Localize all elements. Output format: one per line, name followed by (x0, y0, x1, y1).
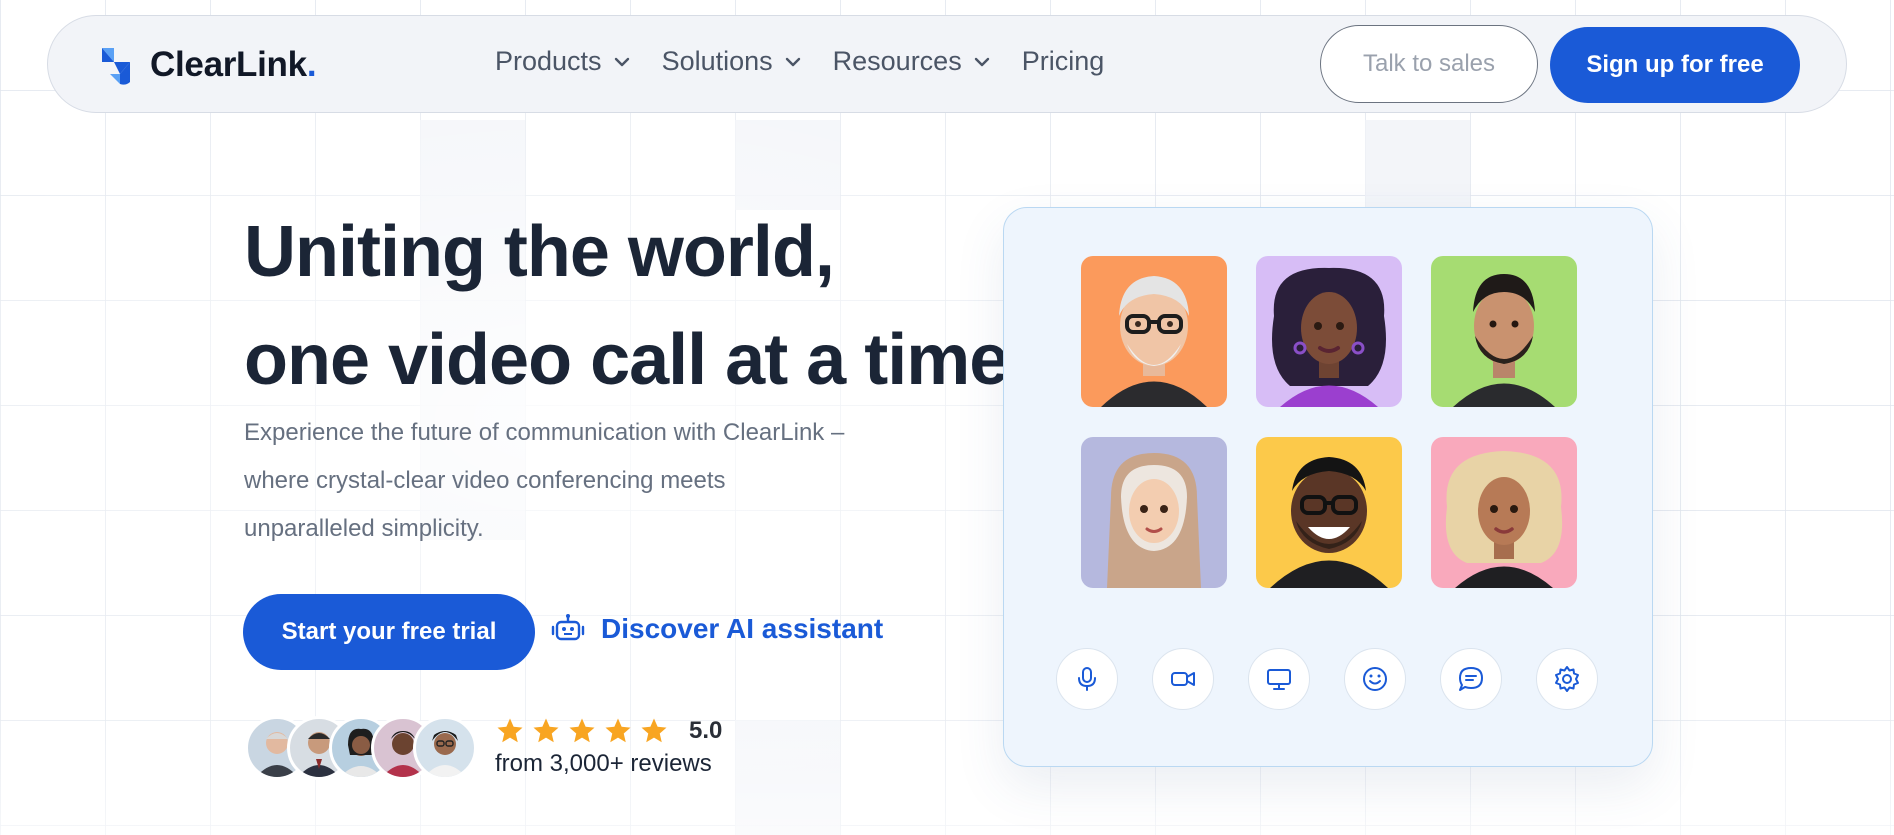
star-rating: 5.0 (495, 716, 722, 746)
reviewer-avatars (245, 716, 477, 780)
star-icon (605, 718, 631, 743)
clearlink-logo-icon (102, 48, 130, 85)
sign-up-button[interactable]: Sign up for free (1550, 27, 1800, 103)
participant-tile[interactable] (1431, 437, 1577, 588)
rating-block: 5.0 from 3,000+ reviews (495, 716, 722, 778)
participant-tile[interactable] (1431, 256, 1577, 407)
microphone-icon (1078, 667, 1096, 691)
start-free-trial-button[interactable]: Start your free trial (243, 594, 535, 670)
star-icon (569, 718, 595, 743)
participant-tile[interactable] (1256, 256, 1402, 407)
chevron-down-icon (785, 57, 800, 66)
participant-avatar (1101, 276, 1207, 407)
hero-headline: Uniting the world, one video call at a t… (244, 198, 1009, 414)
robot-icon (551, 614, 585, 641)
nav-solutions-label: Solutions (661, 46, 773, 76)
chevron-down-icon (974, 57, 989, 66)
avatar (413, 716, 477, 780)
star-icon (533, 718, 559, 743)
screen-share-icon (1267, 669, 1291, 690)
discover-ai-assistant-label: Discover AI assistant (601, 613, 884, 644)
star-icon (497, 718, 523, 743)
participant-avatar (1107, 453, 1201, 588)
subtext-line-2: where crystal-clear video conferencing m… (244, 467, 726, 494)
subtext-line-3: unparalleled simplicity. (244, 515, 484, 542)
nav-solutions[interactable]: Solutions (662, 46, 801, 77)
settings-button[interactable] (1536, 648, 1598, 710)
participant-avatar (1445, 451, 1563, 588)
background-tile (735, 720, 840, 835)
nav-products-label: Products (495, 46, 602, 76)
video-camera-icon (1171, 672, 1195, 686)
participant-avatar (1270, 457, 1388, 588)
chevron-down-icon (614, 57, 629, 66)
rating-value: 5.0 (689, 717, 723, 744)
participant-avatar (1453, 274, 1555, 407)
nav-resources[interactable]: Resources (833, 46, 990, 77)
participant-tile[interactable] (1081, 437, 1227, 588)
brand-name: ClearLink. (150, 45, 317, 84)
main-menu: Products Solutions Resources Pricing (495, 46, 1136, 77)
video-camera-button[interactable] (1152, 648, 1214, 710)
emoji-button[interactable] (1344, 648, 1406, 710)
microphone-button[interactable] (1056, 648, 1118, 710)
settings-icon (1555, 666, 1579, 692)
talk-to-sales-button[interactable]: Talk to sales (1320, 25, 1538, 103)
review-count: from 3,000+ reviews (495, 750, 712, 777)
video-call-preview (1003, 207, 1653, 767)
headline-line-1: Uniting the world, (244, 212, 835, 292)
nav-resources-label: Resources (832, 46, 962, 76)
nav-pricing[interactable]: Pricing (1022, 46, 1105, 77)
participant-avatar (1272, 267, 1386, 407)
chat-button[interactable] (1440, 648, 1502, 710)
background-tile (735, 120, 840, 210)
headline-line-2: one video call at a time (244, 320, 1009, 400)
chat-icon (1459, 667, 1483, 691)
nav-pricing-label: Pricing (1021, 46, 1105, 76)
participant-tile[interactable] (1081, 256, 1227, 407)
participant-tile[interactable] (1256, 437, 1402, 588)
discover-ai-assistant-link[interactable]: Discover AI assistant (551, 612, 883, 646)
screen-share-button[interactable] (1248, 648, 1310, 710)
star-icon (641, 718, 667, 743)
emoji-icon (1363, 667, 1387, 691)
nav-products[interactable]: Products (495, 46, 630, 77)
top-navbar: ClearLink. Products Solutions Resources … (47, 15, 1847, 113)
brand-logo[interactable]: ClearLink. (96, 44, 317, 86)
subtext-line-1: Experience the future of communication w… (244, 419, 845, 446)
hero-subtext: Experience the future of communication w… (244, 409, 934, 553)
